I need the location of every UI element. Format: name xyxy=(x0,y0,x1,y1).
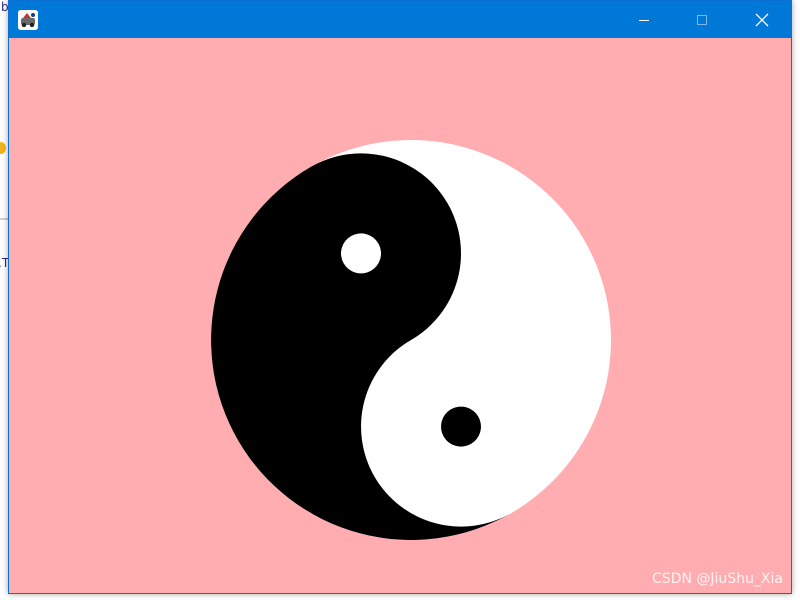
watermark-text: CSDN @JiuShu_Xia xyxy=(652,571,783,587)
minimize-icon xyxy=(639,19,649,21)
close-icon xyxy=(755,13,769,26)
maximize-button[interactable] xyxy=(673,1,731,38)
lightbulb-icon xyxy=(0,142,6,154)
window-client-area: CSDN @JiuShu_Xia xyxy=(9,38,791,593)
app-icon[interactable] xyxy=(18,10,38,30)
minimize-button[interactable] xyxy=(615,1,673,38)
yin-yang-symbol xyxy=(210,139,611,540)
maximize-icon xyxy=(697,14,707,25)
close-button[interactable] xyxy=(733,1,791,38)
window-titlebar[interactable] xyxy=(9,1,791,38)
app-window: CSDN @JiuShu_Xia xyxy=(8,0,792,594)
